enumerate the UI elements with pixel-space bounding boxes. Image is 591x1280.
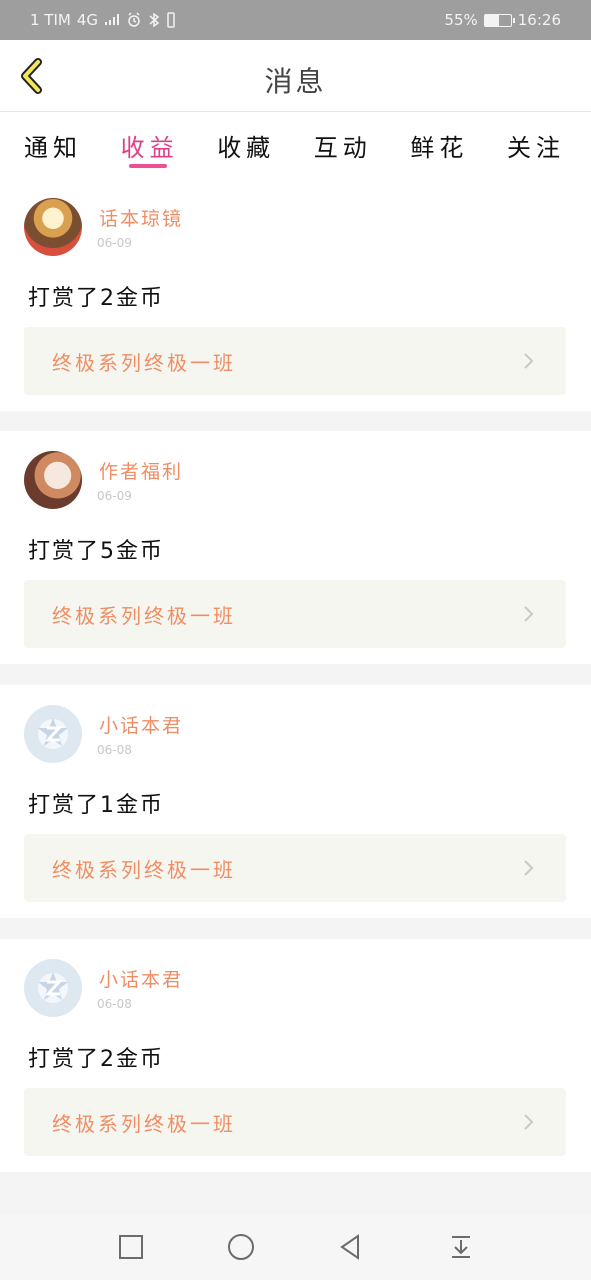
- clock: 16:26: [517, 11, 561, 29]
- default-avatar[interactable]: [24, 959, 82, 1017]
- default-avatar[interactable]: [24, 705, 82, 763]
- battery-percent: 55%: [444, 11, 478, 29]
- reward-message: 打赏了2金币: [28, 1047, 164, 1072]
- message-card: 小话本君 06-08 打赏了1金币 终极系列终极一班: [0, 685, 591, 918]
- avatar[interactable]: [24, 451, 82, 509]
- home-button[interactable]: [221, 1227, 261, 1267]
- work-title: 终极系列终极一班: [52, 350, 236, 375]
- post-date: 06-08: [97, 997, 132, 1011]
- chevron-right-icon: [520, 605, 538, 623]
- z-badge-icon: [38, 718, 68, 749]
- work-link[interactable]: 终极系列终极一班: [24, 327, 566, 395]
- post-date: 06-08: [97, 743, 132, 757]
- back-nav-button[interactable]: [331, 1227, 371, 1267]
- chevron-right-icon: [520, 352, 538, 370]
- reward-message: 打赏了1金币: [28, 793, 164, 818]
- work-title: 终极系列终极一班: [52, 1111, 236, 1136]
- reward-message: 打赏了2金币: [28, 286, 164, 311]
- square-icon: [118, 1235, 143, 1259]
- notification-shade-button[interactable]: [441, 1227, 481, 1267]
- network-label: 4G: [76, 11, 99, 29]
- page-title: 消息: [264, 65, 327, 98]
- avatar[interactable]: [24, 198, 82, 256]
- message-card: 作者福利 06-09 打赏了5金币 终极系列终极一班: [0, 431, 591, 664]
- status-bar: 1 TIM 4G 55% 16:26: [0, 0, 591, 40]
- work-link[interactable]: 终极系列终极一班: [24, 580, 566, 648]
- tab-notifications[interactable]: 通知: [24, 112, 82, 178]
- status-left: 1 TIM 4G: [30, 11, 176, 29]
- tab-bar: 通知 收益 收藏 互动 鲜花 关注: [0, 112, 591, 178]
- system-nav-bar: [0, 1214, 591, 1280]
- status-right: 55% 16:26: [444, 11, 561, 29]
- tab-flowers[interactable]: 鲜花: [410, 112, 468, 178]
- download-arrow-icon: [451, 1236, 470, 1258]
- battery-fill: [484, 14, 500, 26]
- tab-earnings[interactable]: 收益: [121, 112, 179, 178]
- author-name[interactable]: 话本琼镜: [99, 204, 183, 231]
- post-date: 06-09: [97, 489, 132, 503]
- chevron-right-icon: [520, 1113, 538, 1131]
- message-card: 小话本君 06-08 打赏了2金币 终极系列终极一班: [0, 939, 591, 1172]
- tab-follows[interactable]: 关注: [507, 112, 565, 178]
- z-badge-icon: [38, 972, 68, 1003]
- signal-icon: [105, 14, 120, 25]
- author-name[interactable]: 小话本君: [99, 965, 183, 992]
- vibrate-icon: [167, 12, 175, 28]
- work-link[interactable]: 终极系列终极一班: [24, 1088, 566, 1156]
- alarm-icon: [128, 12, 140, 27]
- chevron-right-icon: [520, 859, 538, 877]
- post-date: 06-09: [97, 236, 132, 250]
- reward-message: 打赏了5金币: [28, 539, 164, 564]
- work-title: 终极系列终极一班: [52, 603, 236, 628]
- work-title: 终极系列终极一班: [52, 857, 236, 882]
- circle-icon: [227, 1234, 254, 1260]
- tab-favorites[interactable]: 收藏: [217, 112, 275, 178]
- author-name[interactable]: 作者福利: [99, 457, 183, 484]
- bluetooth-icon: [149, 12, 160, 28]
- work-link[interactable]: 终极系列终极一班: [24, 834, 566, 902]
- author-name[interactable]: 小话本君: [99, 711, 183, 738]
- battery-icon: [483, 13, 515, 27]
- recent-apps-button[interactable]: [111, 1227, 151, 1267]
- tab-interactions[interactable]: 互动: [314, 112, 372, 178]
- message-card: 话本琼镜 06-09 打赏了2金币 终极系列终极一班: [0, 178, 591, 411]
- carrier-label: 1 TIM: [30, 11, 71, 29]
- triangle-back-icon: [339, 1234, 359, 1260]
- app-header: 消息: [0, 40, 591, 112]
